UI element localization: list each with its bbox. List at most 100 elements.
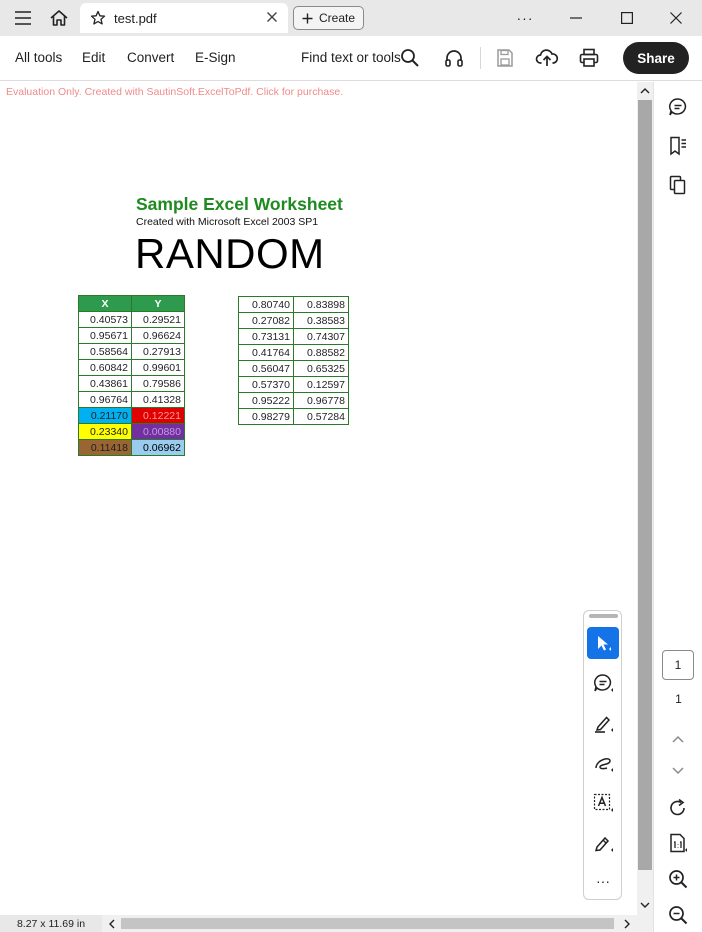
table-row: 0.80740 0.83898	[238, 296, 349, 313]
cursor-arrow-icon	[598, 636, 611, 651]
menu-e-sign[interactable]: E-Sign	[195, 50, 236, 65]
table-row: 0.40573 0.29521	[78, 311, 185, 328]
cell-value: 0.80740	[238, 296, 294, 313]
cell-x: 0.43861	[78, 375, 132, 392]
title-bar: test.pdf Create ···	[0, 0, 702, 36]
status-bar: 8.27 x 11.69 in	[0, 915, 653, 932]
menu-all-tools[interactable]: All tools	[15, 50, 62, 65]
table-row: 0.43861 0.79586	[78, 375, 185, 392]
cell-x: 0.23340	[78, 423, 132, 440]
main-toolbar: All tools Edit Convert E-Sign Find text …	[0, 36, 702, 81]
comments-panel-icon[interactable]	[667, 96, 689, 118]
current-page-input[interactable]: 1	[662, 650, 694, 680]
menu-edit[interactable]: Edit	[82, 50, 105, 65]
rotate-icon[interactable]	[667, 797, 689, 819]
sign-button[interactable]	[587, 827, 619, 859]
scroll-up-arrow-icon[interactable]	[640, 87, 650, 94]
cell-value: 0.57284	[293, 408, 349, 425]
next-page-icon[interactable]	[667, 759, 689, 781]
close-window-icon[interactable]	[663, 0, 689, 36]
cloud-upload-icon[interactable]	[535, 47, 559, 69]
cell-y: 0.29521	[131, 311, 185, 328]
total-pages: 1	[675, 692, 682, 706]
create-button[interactable]: Create	[293, 6, 364, 30]
draw-button[interactable]	[587, 747, 619, 779]
more-options-icon[interactable]: ···	[512, 0, 538, 36]
cell-y: 0.06962	[131, 439, 185, 456]
column-header-x: X	[78, 295, 132, 312]
share-button[interactable]: Share	[623, 42, 689, 74]
save-icon[interactable]	[494, 47, 516, 69]
cell-value: 0.38583	[293, 312, 349, 329]
page-size-label: 8.27 x 11.69 in	[0, 915, 102, 932]
cell-y: 0.41328	[131, 391, 185, 408]
vertical-scroll-thumb[interactable]	[638, 100, 652, 870]
scroll-left-arrow-icon[interactable]	[108, 919, 115, 929]
select-tool-button[interactable]	[587, 627, 619, 659]
cell-y: 0.96624	[131, 327, 185, 344]
tab-test-pdf[interactable]: test.pdf	[80, 3, 288, 33]
table-row: 0.21170 0.12221	[78, 407, 185, 424]
cell-value: 0.57370	[238, 376, 294, 393]
sign-pen-icon	[594, 836, 613, 852]
cell-value: 0.73131	[238, 328, 294, 345]
menu-convert[interactable]: Convert	[127, 50, 174, 65]
cell-value: 0.96778	[293, 392, 349, 409]
hamburger-menu-icon[interactable]	[10, 0, 36, 36]
find-text-or-tools[interactable]: Find text or tools	[301, 50, 401, 65]
print-icon[interactable]	[578, 47, 600, 69]
right-side-panel: 1 1	[653, 82, 702, 932]
table-row: 0.58564 0.27913	[78, 343, 185, 360]
zoom-in-icon[interactable]	[667, 868, 689, 890]
document-view[interactable]: Evaluation Only. Created with SautinSoft…	[0, 82, 637, 915]
cell-x: 0.40573	[78, 311, 132, 328]
close-tab-icon[interactable]	[266, 11, 278, 23]
cell-y: 0.79586	[131, 375, 185, 392]
cell-x: 0.21170	[78, 407, 132, 424]
cell-value: 0.41764	[238, 344, 294, 361]
cell-value: 0.95222	[238, 392, 294, 409]
table-row: 0.56047 0.65325	[238, 360, 349, 377]
tab-title: test.pdf	[114, 10, 157, 26]
evaluation-notice-link[interactable]: Evaluation Only. Created with SautinSoft…	[6, 86, 343, 98]
scroll-right-arrow-icon[interactable]	[624, 919, 631, 929]
bookmarks-panel-icon[interactable]	[667, 135, 689, 157]
cell-y: 0.99601	[131, 359, 185, 376]
more-tools-icon[interactable]: ···	[587, 865, 619, 897]
zoom-out-icon[interactable]	[667, 904, 689, 926]
cell-y: 0.12221	[131, 407, 185, 424]
table-row: 0.73131 0.74307	[238, 328, 349, 345]
minimize-icon[interactable]	[563, 0, 589, 36]
add-text-button[interactable]	[587, 787, 619, 819]
cell-x: 0.60842	[78, 359, 132, 376]
cell-value: 0.27082	[238, 312, 294, 329]
search-icon[interactable]	[399, 47, 421, 69]
xy-table: X Y 0.40573 0.29521 0.95671 0.96624 0.58564 0…	[78, 295, 185, 456]
plus-icon	[302, 13, 313, 23]
vertical-scrollbar[interactable]	[637, 82, 653, 915]
cell-value: 0.98279	[238, 408, 294, 425]
pages-panel-icon[interactable]	[667, 174, 689, 196]
table-row: 0.96764 0.41328	[78, 391, 185, 408]
maximize-icon[interactable]	[614, 0, 640, 36]
table-header-row: X Y	[78, 295, 185, 312]
previous-page-icon[interactable]	[667, 728, 689, 750]
cell-value: 0.74307	[293, 328, 349, 345]
cell-value: 0.88582	[293, 344, 349, 361]
table-row: 0.98279 0.57284	[238, 408, 349, 425]
add-comment-button[interactable]	[587, 667, 619, 699]
table-row: 0.23340 0.00880	[78, 423, 185, 440]
home-icon[interactable]	[46, 0, 72, 36]
highlight-button[interactable]	[587, 707, 619, 739]
actual-size-icon[interactable]	[667, 832, 689, 854]
scroll-down-arrow-icon[interactable]	[640, 902, 650, 909]
freehand-draw-icon	[595, 758, 613, 772]
read-aloud-headphones-icon[interactable]	[443, 47, 465, 69]
random-values-table: 0.80740 0.83898 0.27082 0.38583 0.73131 0.743…	[238, 296, 349, 425]
table-row: 0.95671 0.96624	[78, 327, 185, 344]
table-row: 0.11418 0.06962	[78, 439, 185, 456]
rail-drag-handle[interactable]	[589, 614, 618, 618]
cell-y: 0.27913	[131, 343, 185, 360]
horizontal-scroll-thumb[interactable]	[121, 918, 614, 929]
star-icon[interactable]	[90, 10, 106, 26]
